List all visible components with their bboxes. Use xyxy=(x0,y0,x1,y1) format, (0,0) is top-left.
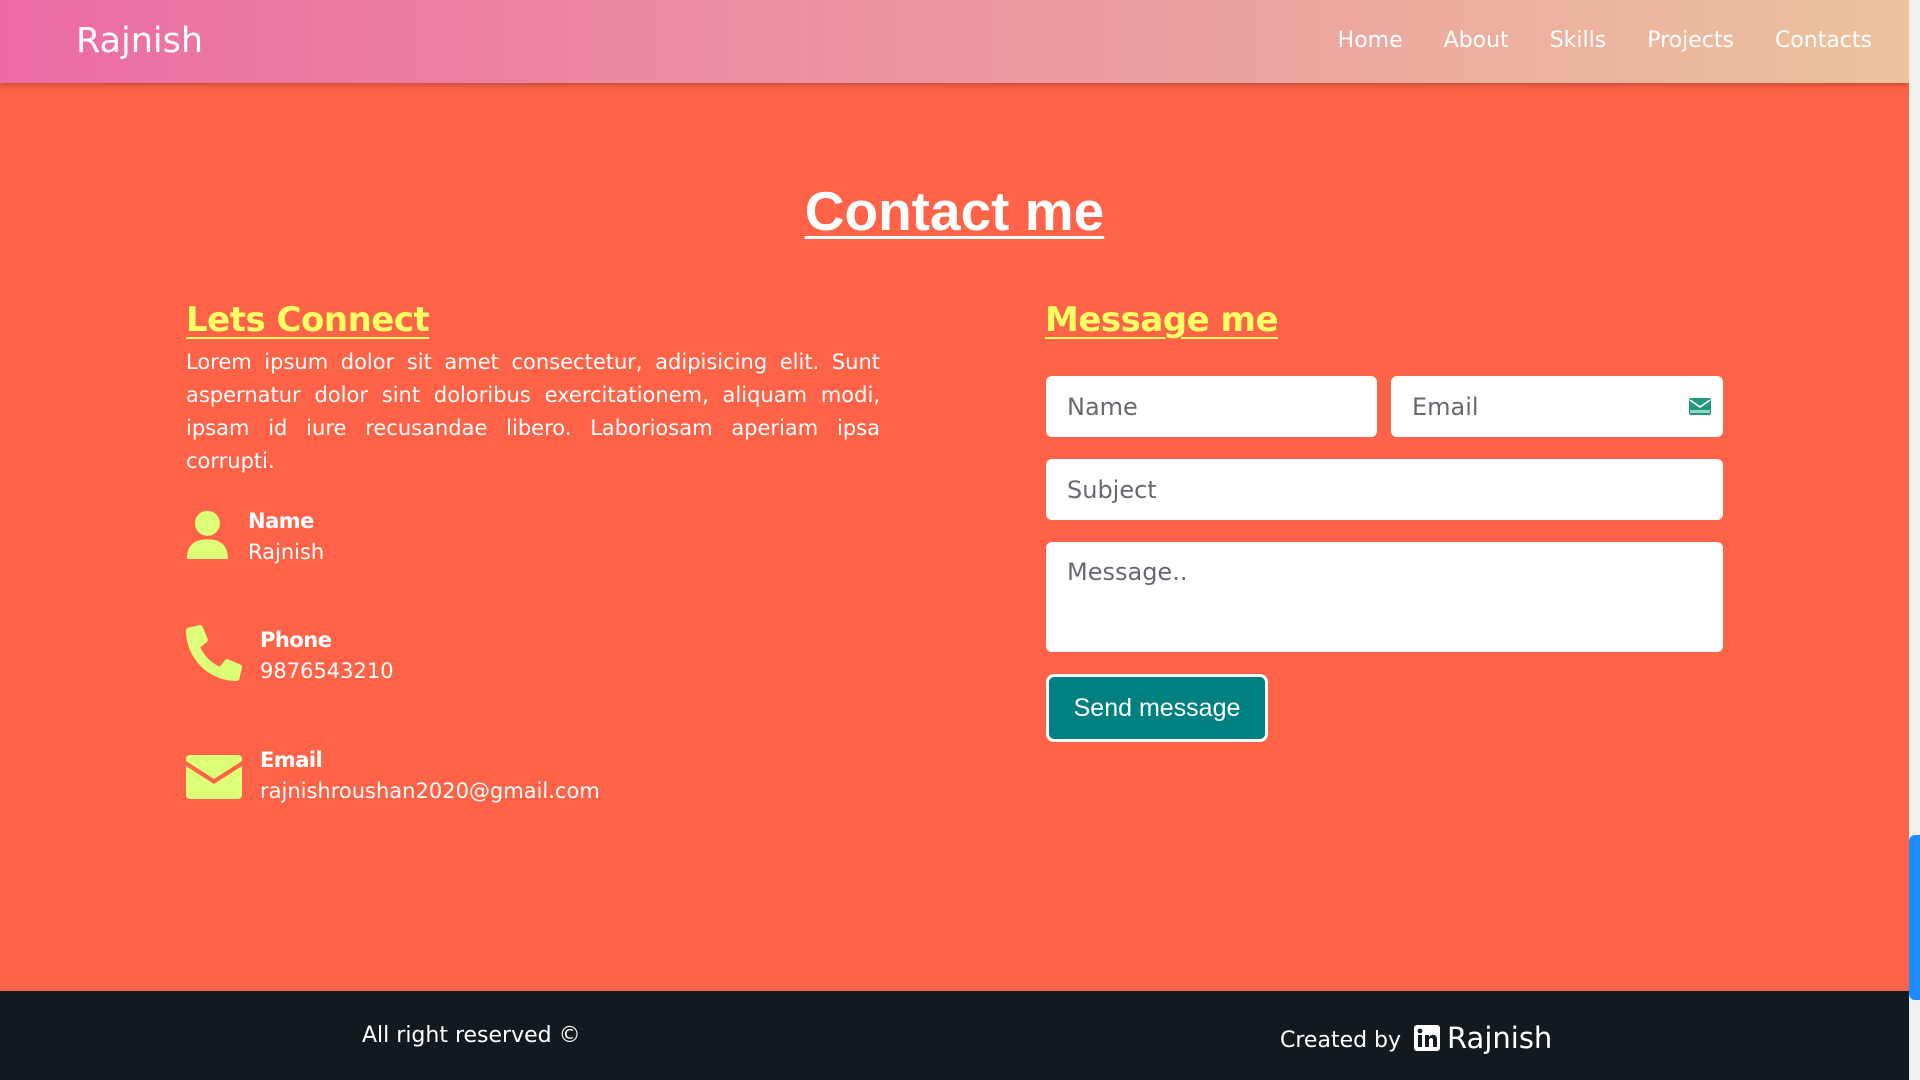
footer-credit[interactable]: Created by Rajnish xyxy=(1280,1015,1552,1061)
brand-logo[interactable]: Rajnish xyxy=(76,18,203,64)
name-input[interactable] xyxy=(1046,376,1377,437)
send-message-button[interactable]: Send message xyxy=(1046,674,1268,742)
connect-description: Lorem ipsum dolor sit amet consectetur, … xyxy=(186,350,880,473)
contact-email-value: rajnishroushan2020@gmail.com xyxy=(260,779,600,803)
contact-phone-label: Phone xyxy=(260,628,332,652)
nav-link-home[interactable]: Home xyxy=(1338,26,1403,56)
contact-name-label: Name xyxy=(248,509,314,533)
scrollbar-thumb[interactable] xyxy=(1909,835,1920,1000)
linkedin-icon[interactable] xyxy=(1414,1025,1441,1051)
contact-item-email: Email rajnishroushan2020@gmail.com xyxy=(186,745,600,807)
scrollbar[interactable] xyxy=(1909,0,1920,1080)
contact-phone-text: Phone 9876543210 xyxy=(260,625,394,687)
email-input[interactable] xyxy=(1391,376,1723,437)
user-icon xyxy=(186,510,228,559)
envelope-icon xyxy=(186,755,242,799)
footer: All right reserved © Created by Rajnish xyxy=(0,991,1909,1080)
nav-link-contacts[interactable]: Contacts xyxy=(1775,26,1872,56)
navbar: Rajnish Home About Skills Projects Conta… xyxy=(0,0,1909,83)
contact-title-text: Contact me xyxy=(804,180,1105,242)
contact-item-phone: Phone 9876543210 xyxy=(186,625,394,687)
contact-email-label: Email xyxy=(260,748,323,772)
contact-phone-value: 9876543210 xyxy=(260,659,394,683)
lets-connect-heading: Lets Connect xyxy=(186,300,430,340)
contact-item-name: Name Rajnish xyxy=(186,506,324,568)
nav-links: Home About Skills Projects Contacts xyxy=(1338,26,1872,56)
subject-input[interactable] xyxy=(1046,459,1723,520)
message-textarea[interactable] xyxy=(1046,542,1723,652)
nav-link-projects[interactable]: Projects xyxy=(1647,26,1734,56)
credit-label: Created by xyxy=(1280,1028,1402,1053)
message-me-heading: Message me xyxy=(1045,300,1279,340)
phone-icon xyxy=(186,625,242,681)
footer-rights-text: All right reserved © xyxy=(362,1023,581,1048)
nav-link-skills[interactable]: Skills xyxy=(1550,26,1607,56)
contact-name-value: Rajnish xyxy=(248,540,325,564)
contact-section-title: Contact me xyxy=(0,176,1909,246)
contact-name-text: Name Rajnish xyxy=(248,506,324,568)
email-autofill-icon[interactable] xyxy=(1689,398,1711,415)
credit-name-link[interactable]: Rajnish xyxy=(1447,1018,1552,1058)
nav-link-about[interactable]: About xyxy=(1444,26,1509,56)
contact-email-text: Email rajnishroushan2020@gmail.com xyxy=(260,745,600,807)
